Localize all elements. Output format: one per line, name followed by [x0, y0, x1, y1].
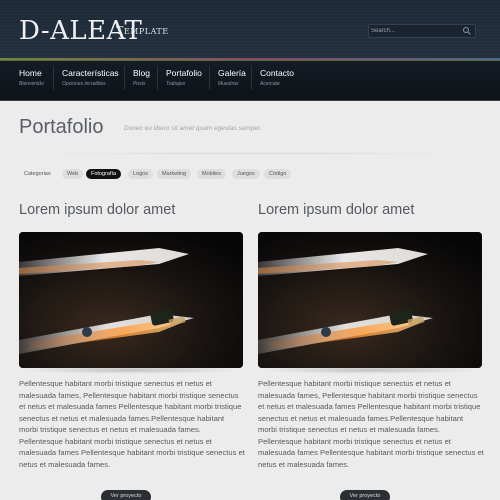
search-box[interactable] — [368, 24, 476, 38]
nav-separator — [209, 66, 210, 90]
nav-item-sublabel: Acercate — [260, 81, 280, 87]
bullet-photo-image — [258, 232, 482, 368]
post-body: Pellentesque habitant morbi tristique se… — [19, 379, 245, 469]
nav-item-label: Características — [62, 68, 119, 78]
nav-item-home[interactable]: Home Bienvenido — [19, 68, 44, 87]
filter-web[interactable]: Web — [62, 169, 84, 179]
post-title[interactable]: Lorem ipsum dolor amet — [258, 202, 414, 218]
title-divider — [19, 152, 481, 155]
nav-separator — [124, 66, 125, 90]
post-title[interactable]: Lorem ipsum dolor amet — [19, 202, 175, 218]
post-image-shadow — [258, 366, 482, 374]
nav-item-galeria[interactable]: Galería Muestras — [218, 68, 246, 87]
nav-item-sublabel: Muestras — [218, 81, 239, 87]
nav-separator — [157, 66, 158, 90]
view-project-button[interactable]: Ver proyecto — [101, 490, 151, 500]
nav-item-contacto[interactable]: Contacto Acercate — [260, 68, 294, 87]
post-image[interactable] — [258, 232, 482, 368]
search-icon[interactable] — [462, 26, 472, 36]
nav-item-label: Galería — [218, 68, 246, 78]
nav-item-label: Blog — [133, 68, 151, 78]
post-image-shadow — [19, 366, 243, 374]
page-title: Portafolio — [19, 116, 104, 138]
nav-separator — [251, 66, 252, 90]
filter-marketing[interactable]: Marketing — [157, 169, 192, 179]
filter-codigo[interactable]: Código — [264, 169, 292, 179]
nav-item-label: Portafolio — [166, 68, 202, 78]
nav-accent-line — [0, 58, 500, 60]
search-input[interactable] — [371, 25, 461, 37]
filter-fotografia[interactable]: Fotografía — [86, 169, 122, 179]
logo-subtitle: Template — [116, 24, 169, 37]
filter-mobiles[interactable]: Mobiles — [197, 169, 226, 179]
filter-juegos[interactable]: Juegos — [232, 169, 260, 179]
nav-separator — [53, 66, 54, 90]
bullet-photo-image — [19, 232, 243, 368]
post-body: Pellentesque habitant morbi tristique se… — [258, 379, 484, 469]
nav-item-label: Contacto — [260, 68, 295, 78]
nav-item-sublabel: Posts — [133, 81, 146, 87]
nav-item-label: Home — [19, 68, 42, 78]
nav-item-portafolio[interactable]: Portafolio Trabajos — [166, 68, 202, 87]
page-tagline: Donec eu libero sit amet quam egestas se… — [124, 125, 262, 132]
nav-item-sublabel: Bienvenido — [19, 81, 44, 87]
filters-label: Categorias — [24, 171, 51, 177]
nav-item-sublabel: Opciones increibles — [62, 81, 106, 87]
view-project-button[interactable]: Ver proyecto — [340, 490, 390, 500]
filter-logos[interactable]: Logos — [128, 169, 153, 179]
nav-item-sublabel: Trabajos — [166, 81, 186, 87]
nav-item-caracteristicas[interactable]: Características Opciones increibles — [62, 68, 119, 87]
nav-item-blog[interactable]: Blog Posts — [133, 68, 150, 87]
post-image[interactable] — [19, 232, 243, 368]
